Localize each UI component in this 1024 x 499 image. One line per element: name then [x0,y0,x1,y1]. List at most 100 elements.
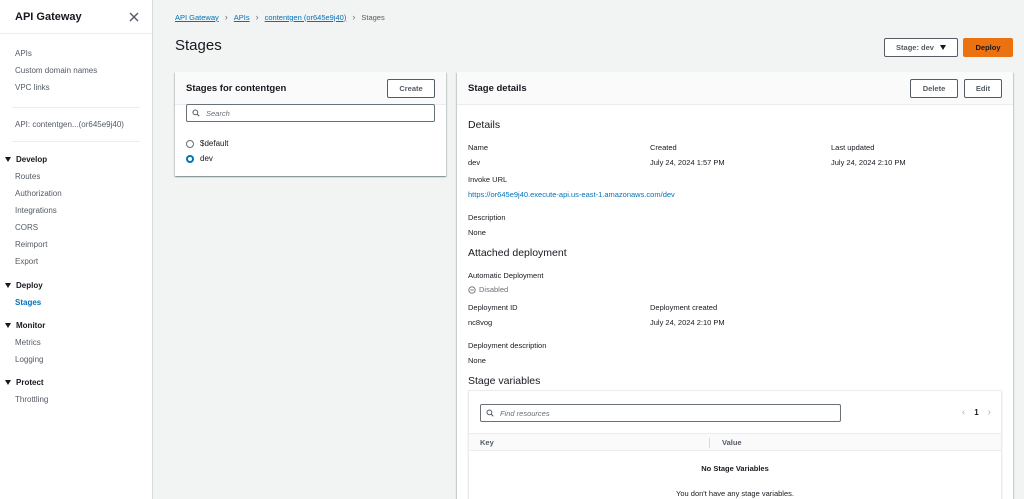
header-actions: Delete Edit [910,78,1002,98]
chevron-right-icon: › [352,12,356,22]
sidebar-section-monitor[interactable]: Monitor [0,317,152,334]
sidebar-item-cors[interactable]: CORS [0,219,152,236]
sidebar-item-logging[interactable]: Logging [0,351,152,368]
section-label: Protect [16,378,44,387]
deployment-id-label: Deployment ID [468,303,518,312]
column-header-key[interactable]: Key [480,438,494,447]
sidebar-section-develop[interactable]: Develop [0,151,152,168]
stage-details-title: Stage details [468,82,527,94]
sidebar-header: API Gateway [0,0,152,34]
sidebar-item-routes[interactable]: Routes [0,168,152,185]
name-label: Name [468,143,489,152]
deployment-description-label: Deployment description [468,341,547,350]
last-updated-value: July 24, 2024 2:10 PM [831,158,906,167]
empty-state-message: You don't have any stage variables. [676,489,794,498]
breadcrumb-current: Stages [361,12,385,22]
find-resources-box[interactable] [480,404,841,422]
last-updated-label: Last updated [831,143,875,152]
stages-panel: Stages for contentgen Create $default de… [175,72,446,176]
chevron-right-icon: › [255,12,259,22]
stages-panel-title: Stages for contentgen [186,82,287,94]
deploy-button[interactable]: Deploy [963,38,1013,57]
deployment-id-value: nc8vog [468,318,493,327]
close-icon[interactable] [128,11,140,23]
side-navigation: API Gateway APIs Custom domain names VPC… [0,0,153,499]
deployment-created-value: July 24, 2024 2:10 PM [650,318,725,327]
breadcrumb-api[interactable]: contentgen (or645e9j40) [265,13,347,22]
invoke-url-link[interactable]: https://or645e9j40.execute-api.us-east-1… [468,190,675,199]
stage-option-label: dev [200,154,213,163]
caret-down-icon [5,283,11,288]
sidebar-section-protect[interactable]: Protect [0,374,152,391]
caret-down-icon [5,323,11,328]
delete-button[interactable]: Delete [910,78,958,98]
table-header: Key Value [469,433,1001,451]
caret-down-icon [5,157,11,162]
edit-button[interactable]: Edit [964,78,1002,98]
description-value: None [468,228,486,237]
find-resources-input[interactable] [500,408,835,418]
empty-state-title: No Stage Variables [701,464,769,473]
column-divider [709,438,710,448]
invoke-url-label: Invoke URL [468,175,508,184]
breadcrumb: API Gateway › APIs › contentgen (or645e9… [175,12,385,22]
sidebar-item-stages[interactable]: Stages [0,294,152,311]
name-value: dev [468,158,481,167]
sidebar-item-api[interactable]: API: contentgen...(or645e9j40) [0,116,152,133]
stage-variables-heading: Stage variables [468,375,541,387]
search-icon [192,109,200,117]
stage-option-label: $default [200,139,229,148]
description-label: Description [468,213,506,222]
deployment-created-label: Deployment created [650,303,718,312]
radio-button-selected[interactable] [186,154,194,163]
page-title: Stages [175,37,222,54]
radio-button[interactable] [186,139,194,148]
page-number[interactable]: 1 [974,408,978,417]
main-content: API Gateway › APIs › contentgen (or645e9… [153,0,1024,499]
stage-details-header: Stage details Delete Edit [457,72,1013,105]
automatic-deployment-status: Disabled [468,285,508,294]
stage-option-dev[interactable]: dev [175,151,446,166]
stage-search[interactable] [186,104,435,122]
stage-details-panel: Stage details Delete Edit Details Name d… [457,72,1013,499]
sidebar-item-metrics[interactable]: Metrics [0,334,152,351]
search-icon [486,409,494,417]
chevron-right-icon[interactable]: › [988,407,991,418]
sidebar-item-reimport[interactable]: Reimport [0,236,152,253]
sidebar-item-export[interactable]: Export [0,253,152,270]
chevron-right-icon: › [224,12,228,22]
breadcrumb-api-gateway[interactable]: API Gateway [175,13,219,22]
create-button[interactable]: Create [387,78,435,98]
service-title[interactable]: API Gateway [15,11,82,23]
breadcrumb-apis[interactable]: APIs [234,13,250,22]
pagination: ‹ 1 › [962,407,991,418]
sidebar-item-custom-domain-names[interactable]: Custom domain names [0,62,152,79]
search-input[interactable] [206,108,429,118]
stage-option-default[interactable]: $default [175,136,446,151]
stage-select-dropdown[interactable]: Stage: dev [884,38,958,57]
caret-down-icon [939,45,946,50]
disabled-status-icon [468,285,476,294]
automatic-deployment-value: Disabled [479,285,509,294]
sidebar-item-integrations[interactable]: Integrations [0,202,152,219]
sidebar-item-throttling[interactable]: Throttling [0,391,152,408]
created-label: Created [650,143,677,152]
attached-deployment-heading: Attached deployment [468,247,567,259]
column-header-value[interactable]: Value [722,438,742,447]
chevron-left-icon[interactable]: ‹ [962,407,965,418]
sidebar-item-authorization[interactable]: Authorization [0,185,152,202]
section-label: Deploy [16,281,43,290]
section-label: Develop [16,155,48,164]
automatic-deployment-label: Automatic Deployment [468,271,544,280]
caret-down-icon [5,380,11,385]
deployment-description-value: None [468,356,486,365]
stage-variables-table: ‹ 1 › Key Value No Stage Variables You d… [468,390,1002,499]
stage-select-label: Stage: dev [896,43,934,52]
sidebar-item-apis[interactable]: APIs [0,45,152,62]
sidebar-section-deploy[interactable]: Deploy [0,277,152,294]
section-label: Monitor [16,321,46,330]
details-heading: Details [468,119,501,131]
created-value: July 24, 2024 1:57 PM [650,158,725,167]
sidebar-item-vpc-links[interactable]: VPC links [0,79,152,96]
stages-panel-header: Stages for contentgen Create [175,72,446,105]
